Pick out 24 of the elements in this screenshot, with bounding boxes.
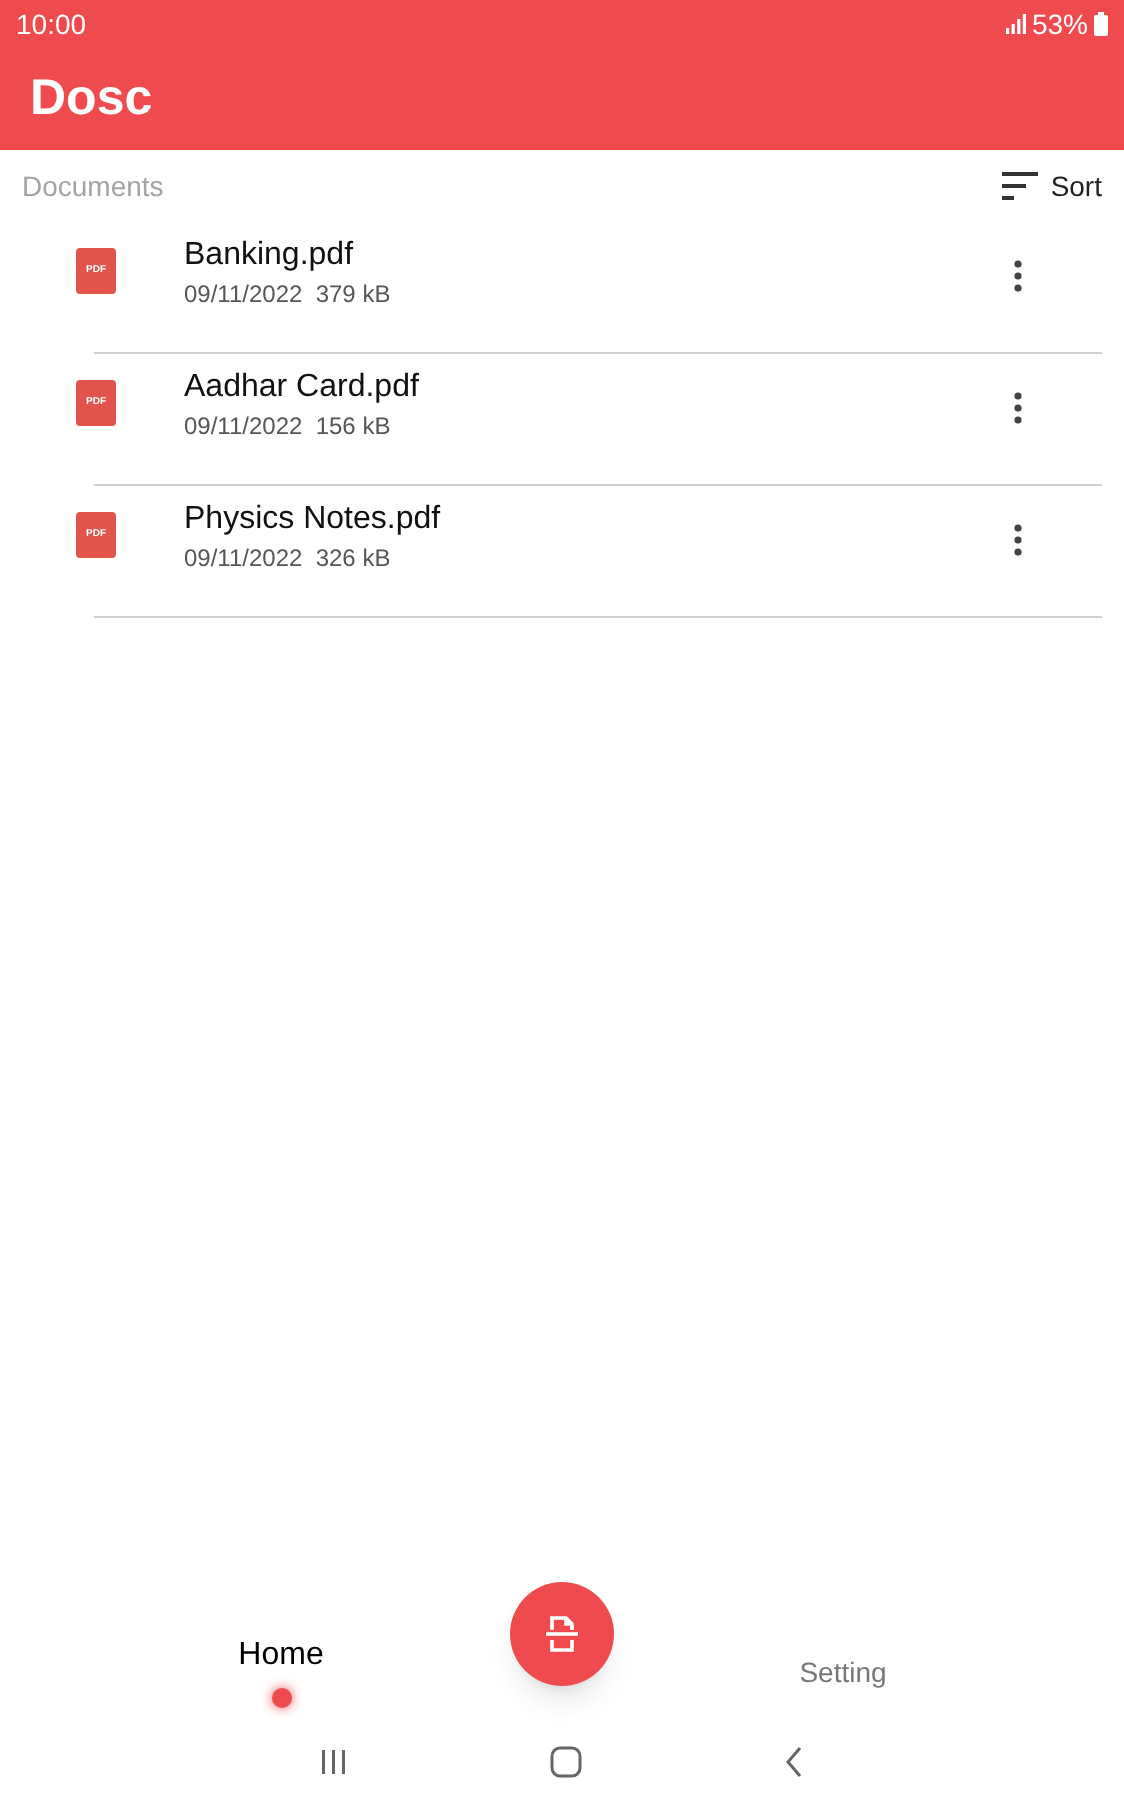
file-name[interactable]: Physics Notes.pdf — [184, 498, 1014, 542]
more-options-icon[interactable] — [1014, 260, 1022, 292]
sort-button[interactable]: Sort — [1002, 165, 1102, 207]
file-details: 09/11/2022 156 kB — [184, 410, 393, 442]
section-title: Documents — [22, 167, 164, 205]
scan-button[interactable] — [510, 1582, 614, 1686]
file-details: 09/11/2022 326 kB — [184, 542, 393, 574]
recent-apps-icon[interactable] — [320, 1748, 349, 1776]
battery-icon — [1094, 12, 1108, 36]
back-icon[interactable] — [783, 1746, 804, 1778]
more-options-icon[interactable] — [1014, 524, 1022, 556]
file-name[interactable]: Aadhar Card.pdf — [184, 366, 1014, 410]
more-options-icon[interactable] — [1014, 392, 1022, 424]
file-details: 09/11/2022 379 kB — [184, 278, 393, 310]
sort-icon — [1002, 172, 1039, 200]
nav-tab[interactable]: Setting — [799, 1652, 887, 1724]
file-name[interactable]: Banking.pdf — [184, 234, 1014, 278]
home-icon[interactable] — [549, 1746, 582, 1778]
app-title: Dosc — [30, 67, 153, 130]
battery-percent: 53% — [1031, 5, 1088, 43]
scan-document-icon — [542, 1614, 582, 1654]
nav-tab[interactable]: Home — [238, 1632, 324, 1724]
status-time: 10:00 — [16, 5, 87, 43]
signal-icon — [1005, 14, 1026, 34]
